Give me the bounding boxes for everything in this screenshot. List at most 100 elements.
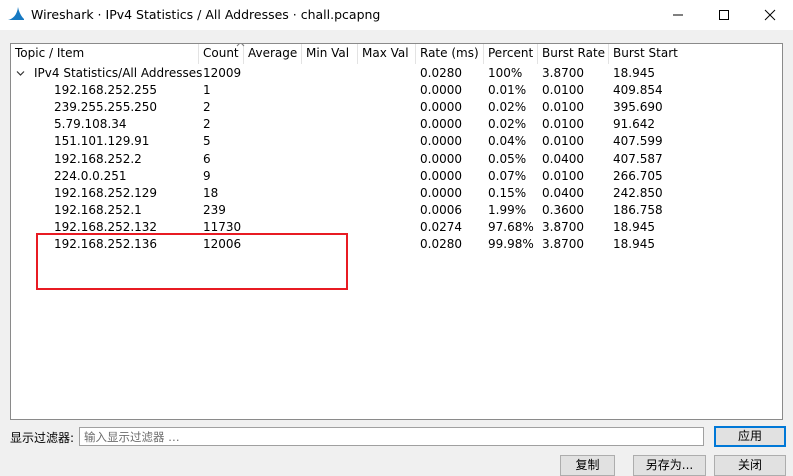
table-row[interactable]: 151.101.129.91 5 0.0000 0.04% 0.0100 407.599	[11, 133, 782, 150]
maximize-icon	[719, 10, 729, 20]
row-burst-rate-cell: 0.0100	[542, 168, 584, 183]
row-average-cell	[244, 202, 302, 219]
statistics-tree[interactable]: Topic / Item Count Average Min Val Max V…	[10, 43, 783, 420]
row-average-cell	[244, 236, 302, 253]
row-max-val-cell	[358, 168, 416, 185]
window-title: Wireshark · IPv4 Statistics / All Addres…	[31, 7, 381, 22]
row-count-cell: 2	[203, 100, 211, 115]
row-burst-start-cell: 186.758	[613, 202, 663, 217]
column-header-burst-rate[interactable]: Burst Rate	[538, 44, 609, 64]
row-percent-cell: 1.99%	[488, 202, 527, 217]
row-average-cell	[244, 116, 302, 133]
column-header-burst-start[interactable]: Burst Start	[609, 44, 782, 64]
column-header-average[interactable]: Average	[244, 44, 302, 64]
title-bar: Wireshark · IPv4 Statistics / All Addres…	[0, 0, 793, 30]
sort-caret-icon	[236, 44, 245, 47]
row-burst-rate-cell: 0.0400	[542, 185, 584, 200]
row-topic-cell: 192.168.252.255	[54, 83, 158, 98]
close-button[interactable]: 关闭	[714, 455, 786, 476]
row-percent-cell: 100%	[488, 66, 523, 80]
row-max-val-cell	[358, 133, 416, 150]
row-percent-cell: 99.98%	[488, 237, 534, 251]
column-header-count[interactable]: Count	[199, 44, 244, 64]
table-row[interactable]: 239.255.255.250 2 0.0000 0.02% 0.0100 395.690	[11, 99, 782, 116]
tree-root-row[interactable]: IPv4 Statistics/All Addresses 12009 0.0280…	[11, 65, 782, 82]
column-header-topic[interactable]: Topic / Item	[11, 44, 199, 64]
row-min-val-cell	[302, 82, 358, 99]
row-count-cell: 1	[203, 83, 211, 98]
row-burst-rate-cell: 0.0100	[542, 134, 584, 149]
table-row[interactable]: 192.168.252.132 11730 0.0274 97.68% 3.8700 18…	[11, 219, 782, 236]
display-filter-input[interactable]	[79, 427, 704, 446]
row-count-cell: 9	[203, 168, 211, 183]
row-topic-cell: 192.168.252.1	[54, 202, 142, 217]
row-burst-start-cell: 18.945	[613, 237, 655, 251]
row-topic-cell: 192.168.252.129	[54, 185, 158, 200]
close-window-button[interactable]	[747, 0, 793, 30]
row-rate-cell: 0.0280	[420, 66, 462, 80]
row-min-val-cell	[302, 236, 358, 253]
table-row[interactable]: 192.168.252.1 239 0.0006 1.99% 0.3600 186.758	[11, 202, 782, 219]
row-percent-cell: 0.02%	[488, 100, 527, 115]
row-rate-cell: 0.0274	[420, 219, 462, 234]
row-average-cell	[244, 168, 302, 185]
row-topic-cell: 239.255.255.250	[54, 100, 158, 115]
column-header-percent[interactable]: Percent	[484, 44, 538, 64]
row-rate-cell: 0.0280	[420, 237, 462, 251]
row-max-val-cell	[358, 116, 416, 133]
row-max-val-cell	[358, 236, 416, 253]
column-header-rate[interactable]: Rate (ms)	[416, 44, 484, 64]
row-burst-rate-cell: 0.0100	[542, 83, 584, 98]
row-burst-start-cell: 407.599	[613, 134, 663, 149]
row-burst-rate-cell: 0.0400	[542, 151, 584, 166]
column-header-min-val[interactable]: Min Val	[302, 44, 358, 64]
minimize-button[interactable]	[655, 0, 701, 30]
row-min-val-cell	[302, 219, 358, 236]
row-count-cell: 12009	[203, 66, 242, 80]
table-row[interactable]: 5.79.108.34 2 0.0000 0.02% 0.0100 91.642	[11, 116, 782, 133]
row-max-val-cell	[358, 185, 416, 202]
row-count-cell: 6	[203, 151, 211, 166]
row-topic-cell: 192.168.252.132	[54, 219, 158, 234]
row-rate-cell: 0.0000	[420, 185, 462, 200]
table-row[interactable]: 192.168.252.136 12006 0.0280 99.98% 3.8700 18…	[11, 236, 782, 253]
row-max-val-cell	[358, 151, 416, 168]
row-percent-cell: 0.15%	[488, 185, 527, 200]
row-rate-cell: 0.0000	[420, 134, 462, 149]
table-row[interactable]: 192.168.252.2 6 0.0000 0.05% 0.0400 407.587	[11, 151, 782, 168]
column-header-row: Topic / Item Count Average Min Val Max V…	[11, 44, 782, 64]
row-max-val-cell	[358, 219, 416, 236]
row-burst-rate-cell: 3.8700	[542, 66, 584, 80]
row-max-val-cell	[358, 202, 416, 219]
maximize-button[interactable]	[701, 0, 747, 30]
row-percent-cell: 0.05%	[488, 151, 527, 166]
row-burst-rate-cell: 3.8700	[542, 219, 584, 234]
row-min-val-cell	[302, 99, 358, 116]
row-average-cell	[244, 185, 302, 202]
row-min-val-cell	[302, 151, 358, 168]
column-header-max-val[interactable]: Max Val	[358, 44, 416, 64]
row-count-cell: 5	[203, 134, 211, 149]
row-burst-rate-cell: 0.0100	[542, 100, 584, 115]
wireshark-fin-icon	[7, 6, 25, 22]
copy-button[interactable]: 复制	[560, 455, 615, 476]
close-icon	[764, 9, 776, 21]
row-count-cell: 18	[203, 185, 219, 200]
row-burst-start-cell: 395.690	[613, 100, 663, 115]
row-average-cell	[244, 65, 302, 82]
table-row[interactable]: 224.0.0.251 9 0.0000 0.07% 0.0100 266.705	[11, 168, 782, 185]
table-row[interactable]: 192.168.252.255 1 0.0000 0.01% 0.0100 409.854	[11, 82, 782, 99]
row-average-cell	[244, 151, 302, 168]
row-min-val-cell	[302, 168, 358, 185]
row-rate-cell: 0.0000	[420, 83, 462, 98]
row-percent-cell: 0.07%	[488, 168, 527, 183]
row-max-val-cell	[358, 65, 416, 82]
save-as-button[interactable]: 另存为...	[633, 455, 706, 476]
apply-button[interactable]: 应用	[714, 426, 786, 447]
row-burst-rate-cell: 3.8700	[542, 237, 584, 251]
row-topic-cell: 224.0.0.251	[54, 168, 127, 183]
row-topic-cell: IPv4 Statistics/All Addresses	[34, 66, 203, 80]
row-average-cell	[244, 99, 302, 116]
row-burst-start-cell: 407.587	[613, 151, 663, 166]
table-row[interactable]: 192.168.252.129 18 0.0000 0.15% 0.0400 242.85…	[11, 185, 782, 202]
